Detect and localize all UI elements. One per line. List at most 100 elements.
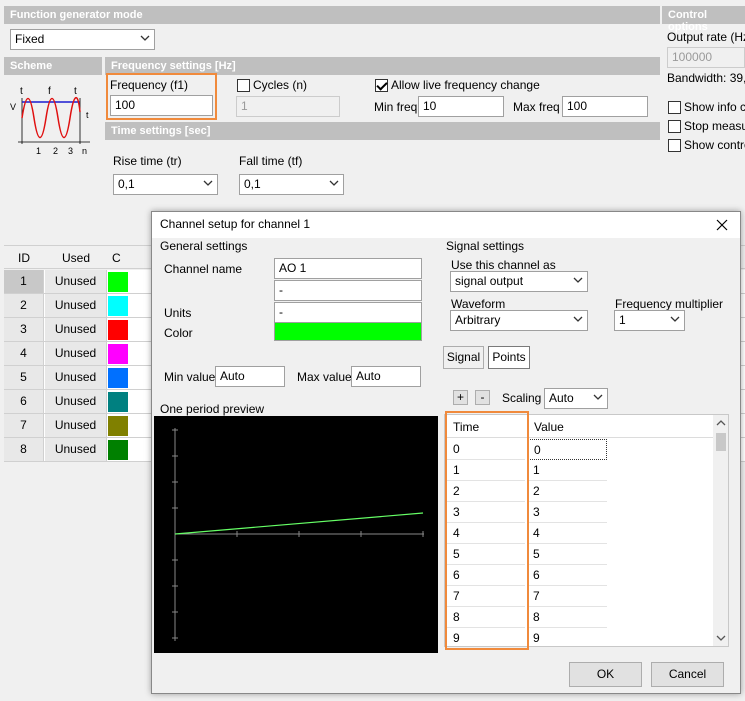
scaling-value: Auto xyxy=(549,391,574,405)
control-options-header: Control options xyxy=(662,6,745,33)
channel-color-swatch[interactable] xyxy=(108,440,128,460)
svg-text:f: f xyxy=(48,86,51,97)
cycles-input[interactable]: 1 xyxy=(236,96,340,117)
freq-multiplier-select[interactable]: 1 xyxy=(614,310,685,331)
units-label: Units xyxy=(164,306,192,320)
scroll-down-icon[interactable] xyxy=(716,634,726,642)
min-freq-input[interactable]: 10 xyxy=(418,96,504,117)
channel-id-cell: 1 xyxy=(4,270,44,293)
points-table-header-value: Value xyxy=(534,420,564,434)
cancel-button[interactable]: Cancel xyxy=(651,662,724,687)
channel-used-cell[interactable]: Unused xyxy=(45,366,107,389)
waveform-select[interactable]: Arbitrary xyxy=(450,310,588,331)
svg-text:t: t xyxy=(20,86,23,97)
show-control-checkbox[interactable] xyxy=(668,139,681,152)
close-icon[interactable] xyxy=(716,219,728,231)
vertical-scrollbar[interactable] xyxy=(713,415,728,646)
channel-used-cell[interactable]: Unused xyxy=(45,294,107,317)
channel-color-swatch[interactable] xyxy=(108,272,128,292)
scaling-label: Scaling xyxy=(502,391,542,405)
points-value-cell[interactable]: 3 xyxy=(527,502,607,523)
grid-header-id: ID xyxy=(18,251,30,265)
fall-time-select[interactable]: 0,1 xyxy=(239,174,344,195)
max-freq-input[interactable]: 100 xyxy=(562,96,648,117)
live-change-label: Allow live frequency change xyxy=(391,78,540,92)
cycles-label: Cycles (n) xyxy=(253,78,308,92)
scaling-select[interactable]: Auto xyxy=(544,388,608,409)
max-value-input[interactable]: Auto xyxy=(351,366,421,387)
points-value-cell[interactable]: 2 xyxy=(527,481,607,502)
channel-name-input[interactable]: AO 1 xyxy=(274,258,422,279)
use-as-label: Use this channel as xyxy=(451,258,556,272)
channel-color-swatch[interactable] xyxy=(108,320,128,340)
scroll-up-icon[interactable] xyxy=(716,419,726,427)
units-input[interactable]: - xyxy=(274,302,422,323)
stop-measure-label: Stop measure xyxy=(684,119,745,133)
channel-used-cell[interactable]: Unused xyxy=(45,414,107,437)
channel-used-cell[interactable]: Unused xyxy=(45,438,107,461)
function-generator-header: Function generator mode xyxy=(4,6,660,24)
stop-measure-checkbox[interactable] xyxy=(668,120,681,133)
channel-used-cell[interactable]: Unused xyxy=(45,318,107,341)
points-value-cell[interactable]: 5 xyxy=(527,544,607,565)
output-rate-input[interactable]: 100000 xyxy=(667,47,745,68)
svg-text:1: 1 xyxy=(36,146,41,156)
channel-secondary-input[interactable]: - xyxy=(274,280,422,301)
scrollbar-thumb[interactable] xyxy=(716,433,726,451)
channel-used-cell[interactable]: Unused xyxy=(45,342,107,365)
channel-color-swatch[interactable] xyxy=(108,344,128,364)
svg-text:2: 2 xyxy=(53,146,58,156)
dialog-title-bar: Channel setup for channel 1 xyxy=(152,212,740,238)
show-info-checkbox[interactable] xyxy=(668,101,681,114)
general-settings-header: General settings xyxy=(160,239,248,253)
output-rate-label: Output rate (Hz, xyxy=(667,30,745,44)
chevron-down-icon xyxy=(140,35,150,41)
points-value-cell[interactable]: 9 xyxy=(527,628,607,646)
channel-color-swatch[interactable] xyxy=(108,392,128,412)
dialog-title: Channel setup for channel 1 xyxy=(160,217,311,231)
min-freq-label: Min freq xyxy=(374,100,418,114)
channel-color-swatch[interactable] xyxy=(108,368,128,388)
time-settings-header: Time settings [sec] xyxy=(105,122,660,140)
svg-text:n: n xyxy=(82,146,87,156)
tab-points[interactable]: Points xyxy=(488,346,530,369)
channel-id-cell: 5 xyxy=(4,366,44,389)
show-info-label: Show info ch xyxy=(684,100,745,114)
channel-used-cell[interactable]: Unused xyxy=(45,270,107,293)
points-value-cell[interactable]: 7 xyxy=(527,586,607,607)
ok-button[interactable]: OK xyxy=(569,662,642,687)
chevron-down-icon xyxy=(573,316,583,322)
rise-time-select[interactable]: 0,1 xyxy=(113,174,218,195)
scheme-header: Scheme xyxy=(4,57,102,75)
signal-settings-header: Signal settings xyxy=(446,239,525,253)
live-change-checkbox[interactable] xyxy=(375,79,388,92)
freq-multiplier-value: 1 xyxy=(619,313,626,327)
remove-point-button[interactable]: - xyxy=(475,390,490,405)
color-swatch[interactable] xyxy=(274,322,422,341)
cycles-checkbox[interactable] xyxy=(237,79,250,92)
points-value-cell[interactable]: 0 xyxy=(527,439,607,460)
add-point-button[interactable]: + xyxy=(453,390,468,405)
min-value-input[interactable]: Auto xyxy=(215,366,285,387)
channel-used-cell[interactable]: Unused xyxy=(45,390,107,413)
channel-color-swatch[interactable] xyxy=(108,416,128,436)
grid-header-color: C xyxy=(112,251,121,265)
points-value-cell[interactable]: 1 xyxy=(527,460,607,481)
channel-color-swatch[interactable] xyxy=(108,296,128,316)
color-label: Color xyxy=(164,326,193,340)
tab-signal[interactable]: Signal xyxy=(443,346,484,369)
points-value-cell[interactable]: 6 xyxy=(527,565,607,586)
scheme-diagram: t f t V t 1 2 3 n xyxy=(10,86,90,156)
mode-select[interactable]: Fixed xyxy=(10,29,155,50)
channel-id-cell: 6 xyxy=(4,390,44,413)
use-as-select[interactable]: signal output xyxy=(450,271,588,292)
points-value-cell[interactable]: 4 xyxy=(527,523,607,544)
channel-id-cell: 7 xyxy=(4,414,44,437)
points-value-cell[interactable]: 8 xyxy=(527,607,607,628)
svg-text:V: V xyxy=(10,102,16,112)
show-control-label: Show control xyxy=(684,138,745,152)
mode-select-value: Fixed xyxy=(15,32,45,46)
channel-setup-dialog: Channel setup for channel 1 General sett… xyxy=(151,211,741,694)
freq-multiplier-label: Frequency multiplier xyxy=(615,297,724,311)
fall-time-label: Fall time (tf) xyxy=(239,154,303,168)
